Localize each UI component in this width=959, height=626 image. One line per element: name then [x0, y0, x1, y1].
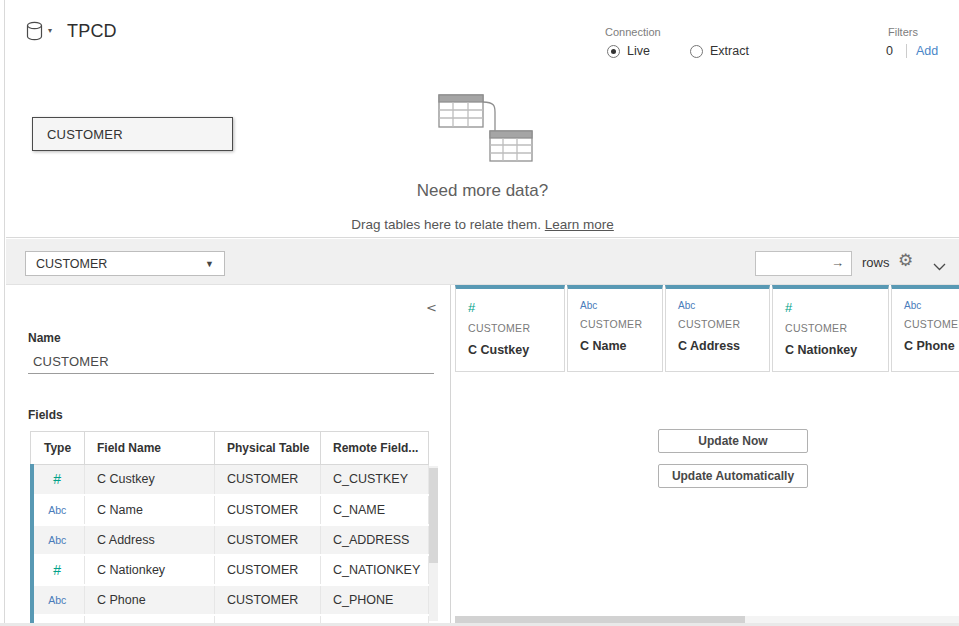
data-preview-grid: # CUSTOMER C Custkey Abc CUSTOMER C Name Abc CU…: [452, 285, 959, 626]
connection-label: Connection: [605, 26, 661, 38]
physical-table-cell: CUSTOMER: [215, 465, 321, 495]
physical-table-cell: CUSTOMER: [215, 495, 321, 525]
filters-count: 0: [886, 44, 893, 58]
grid-column-header[interactable]: Abc CUSTOMER C Phone: [891, 285, 959, 372]
fields-table-selection-strip: [30, 464, 34, 626]
numeric-type-icon: #: [53, 562, 61, 578]
fields-col-header[interactable]: Remote Field...: [321, 432, 429, 465]
string-type-icon: Abc: [48, 594, 66, 606]
string-type-icon: Abc: [48, 534, 66, 546]
update-automatically-button[interactable]: Update Automatically: [658, 464, 808, 488]
logical-canvas: ▾ TPCD Connection Live Extract Filters 0…: [6, 0, 959, 238]
remote-field-cell: C_NAME: [321, 495, 429, 525]
remote-field-cell: C_PHONE: [321, 585, 429, 615]
name-input-underline: [28, 373, 434, 374]
grid-horizontal-scrollbar[interactable]: [455, 616, 959, 623]
fields-col-header[interactable]: Field Name: [85, 432, 215, 465]
rows-count-input[interactable]: →: [755, 251, 852, 276]
fields-table-scrollbar-thumb[interactable]: [429, 468, 438, 563]
grid-column-table-label: CUSTOMER: [468, 322, 564, 334]
physical-table-cell: CUSTOMER: [215, 555, 321, 585]
grid-horizontal-scrollbar-thumb[interactable]: [455, 616, 745, 623]
numeric-type-icon: #: [785, 300, 888, 315]
grid-column-field-label: C Custkey: [468, 343, 564, 357]
settings-gear-icon[interactable]: ⚙: [898, 250, 913, 271]
string-type-icon: Abc: [580, 300, 662, 311]
empty-state-hint: Drag tables here to relate them. Learn m…: [6, 217, 959, 232]
apply-rows-arrow-icon[interactable]: →: [831, 255, 844, 270]
fields-table-row[interactable]: Abc C AddressCUSTOMERC_ADDRESS: [31, 525, 429, 555]
fields-table-row[interactable]: Abc C PhoneCUSTOMERC_PHONE: [31, 585, 429, 615]
field-name-cell: C Name: [85, 495, 215, 525]
radio-extract[interactable]: Extract: [690, 44, 749, 58]
string-type-icon: Abc: [904, 300, 959, 311]
filters-divider: [906, 44, 907, 58]
radio-live[interactable]: Live: [607, 44, 650, 58]
database-menu-caret[interactable]: ▾: [48, 26, 52, 35]
physical-table-cell: CUSTOMER: [215, 585, 321, 615]
add-filter-link[interactable]: Add: [916, 44, 938, 58]
fields-label: Fields: [28, 408, 63, 422]
grid-column-table-label: CUSTOMER: [904, 318, 959, 330]
fields-table-row[interactable]: # C CustkeyCUSTOMERC_CUSTKEY: [31, 465, 429, 495]
filters-label: Filters: [888, 26, 918, 38]
learn-more-link[interactable]: Learn more: [545, 217, 614, 232]
table-details-panel: < Name CUSTOMER Fields TypeField NamePhy…: [6, 285, 451, 626]
grid-column-table-label: CUSTOMER: [785, 322, 888, 334]
fields-table-row[interactable]: Abc C NameCUSTOMERC_NAME: [31, 495, 429, 525]
remote-field-cell: C_CUSTKEY: [321, 465, 429, 495]
field-name-cell: C Phone: [85, 585, 215, 615]
table-toolbar: CUSTOMER ▼ → rows ⚙: [6, 239, 959, 285]
grid-column-field-label: C Name: [580, 339, 662, 353]
remote-field-cell: C_ADDRESS: [321, 525, 429, 555]
fields-table-row[interactable]: # C NationkeyCUSTOMERC_NATIONKEY: [31, 555, 429, 585]
datasource-title[interactable]: TPCD: [67, 21, 117, 42]
numeric-type-icon: #: [468, 300, 564, 315]
grid-column-field-label: C Nationkey: [785, 343, 888, 357]
empty-state-title: Need more data?: [6, 181, 959, 201]
numeric-type-icon: #: [53, 471, 61, 487]
radio-extract-circle[interactable]: [690, 45, 703, 58]
left-pane-edge[interactable]: [0, 0, 5, 626]
logical-table-customer[interactable]: CUSTOMER: [32, 117, 233, 151]
grid-column-header[interactable]: # CUSTOMER C Custkey: [455, 285, 565, 372]
collapse-panel-icon[interactable]: <: [426, 300, 437, 315]
grid-column-field-label: C Address: [678, 339, 769, 353]
name-input[interactable]: CUSTOMER: [33, 354, 109, 369]
update-now-button[interactable]: Update Now: [658, 429, 808, 453]
field-name-cell: C Nationkey: [85, 555, 215, 585]
field-name-cell: C Address: [85, 525, 215, 555]
fields-table-scrollbar[interactable]: [429, 466, 438, 621]
remote-field-cell: C_NATIONKEY: [321, 555, 429, 585]
string-type-icon: Abc: [48, 504, 66, 516]
grid-column-field-label: C Phone: [904, 339, 959, 353]
fields-col-header[interactable]: Physical Table: [215, 432, 321, 465]
database-icon[interactable]: [26, 21, 43, 46]
string-type-icon: Abc: [678, 300, 769, 311]
table-selector-dropdown[interactable]: CUSTOMER ▼: [25, 251, 225, 276]
grid-column-table-label: CUSTOMER: [678, 318, 769, 330]
grid-column-table-label: CUSTOMER: [580, 318, 662, 330]
fields-col-header[interactable]: Type: [31, 432, 85, 465]
rows-label: rows: [862, 255, 889, 270]
field-name-cell: C Custkey: [85, 465, 215, 495]
chevron-down-icon[interactable]: [933, 257, 946, 275]
fields-table: TypeField NamePhysical TableRemote Field…: [30, 431, 429, 626]
grid-column-header[interactable]: Abc CUSTOMER C Address: [665, 285, 770, 372]
dropdown-caret-icon: ▼: [205, 259, 214, 269]
name-label: Name: [28, 331, 61, 345]
physical-table-cell: CUSTOMER: [215, 525, 321, 555]
relate-tables-illustration: [438, 94, 538, 170]
radio-live-circle[interactable]: [607, 45, 620, 58]
grid-column-header[interactable]: Abc CUSTOMER C Name: [567, 285, 663, 372]
grid-column-header[interactable]: # CUSTOMER C Nationkey: [772, 285, 889, 372]
